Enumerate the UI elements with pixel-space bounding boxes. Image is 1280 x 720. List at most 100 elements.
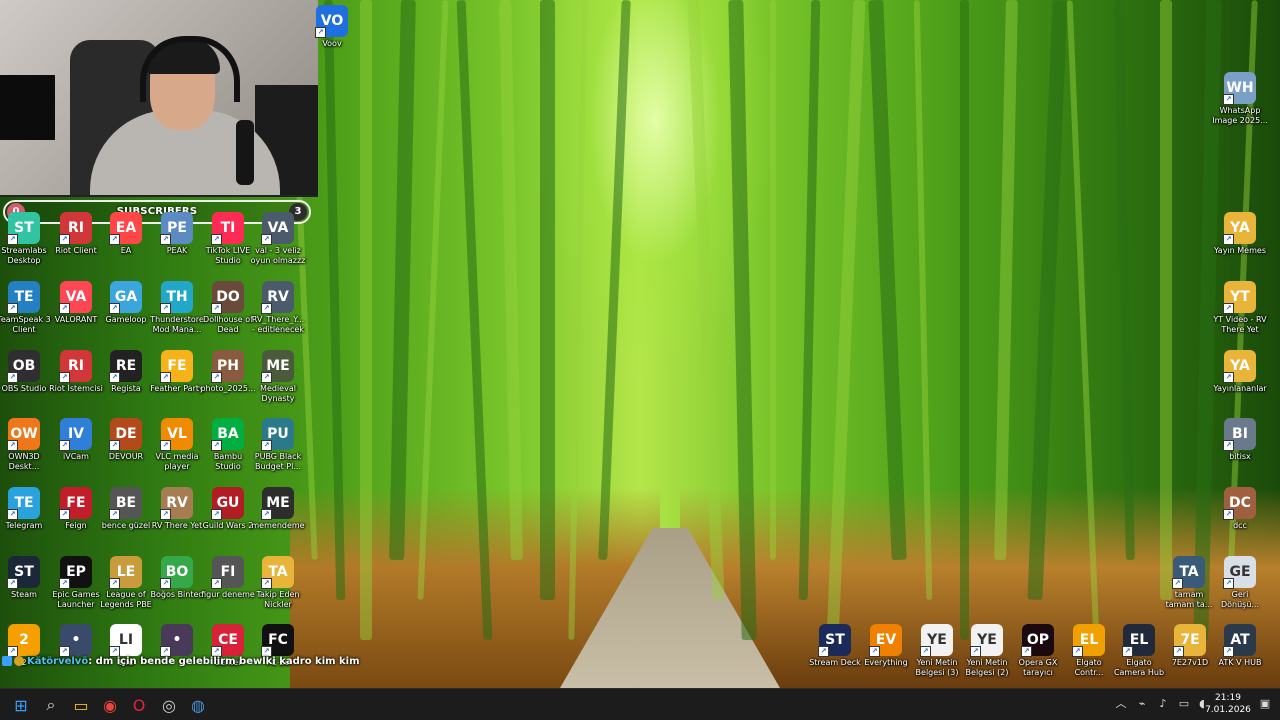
shortcut-arrow-icon: ↗ — [211, 578, 222, 589]
desktop-icon-feign[interactable]: FE ↗ Feign — [48, 487, 104, 531]
desktop-icon-lol[interactable]: LE ↗ League of Legends PBE — [98, 556, 154, 610]
opera-gx-icon[interactable]: O — [127, 693, 151, 717]
desktop-icon-game[interactable]: • ↗ — [149, 624, 205, 658]
chrome-icon[interactable]: ◉ — [98, 693, 122, 717]
image-icon: DC ↗ — [1223, 487, 1256, 520]
desktop-icon-folder[interactable]: 7E ↗ 7E27v1D — [1162, 624, 1218, 668]
desktop-icon-elgato-camera[interactable]: EL ↗ Elgato Camera Hub — [1111, 624, 1167, 678]
desktop-icon-folder[interactable]: YA ↗ Yayın Memes — [1212, 212, 1268, 256]
desktop-icon-vlc[interactable]: VL ↗ VLC media player — [149, 418, 205, 472]
desktop-icon-folder[interactable]: YT ↗ YT Video - RV There Yet — [1212, 281, 1268, 335]
shortcut-arrow-icon: ↗ — [59, 509, 70, 520]
teamspeak-icon[interactable]: ◍ — [186, 693, 210, 717]
tiktok-icon: TI ↗ — [211, 212, 244, 245]
desktop-icon-label: WhatsApp Image 2025... — [1212, 106, 1268, 125]
desktop-icon-tiktok[interactable]: TI ↗ TikTok LIVE Studio — [200, 212, 256, 266]
desktop-icon-label: figur deneme — [201, 590, 255, 599]
desktop-icon-pubg[interactable]: PU ↗ PUBG Black Budget Pl... — [250, 418, 306, 472]
notification-bell-icon[interactable]: ▣ — [1258, 697, 1272, 711]
shortcut-arrow-icon: ↗ — [160, 372, 171, 383]
desktop-icon-opera-gx[interactable]: OP ↗ Opera GX tarayıcı — [1010, 624, 1066, 678]
desktop-icon-regista[interactable]: RE ↗ Regista — [98, 350, 154, 394]
desktop-icon-stream-deck[interactable]: ST ↗ Stream Deck — [807, 624, 863, 668]
shortcut-arrow-icon: ↗ — [211, 234, 222, 245]
desktop-icon-folder[interactable]: YA ↗ Yayınlananlar — [1212, 350, 1268, 394]
shortcut-arrow-icon: ↗ — [59, 440, 70, 451]
desktop-icon-photo[interactable]: PH ↗ photo_2025... — [200, 350, 256, 394]
desktop-icon-riot-client[interactable]: RI ↗ Riot İstemcisi — [48, 350, 104, 394]
desktop-icon-photo[interactable]: FI ↗ figur deneme — [200, 556, 256, 600]
desktop-icon-medieval[interactable]: ME ↗ Medieval Dynasty — [250, 350, 306, 404]
desktop-icon-photo[interactable]: BE ↗ bence güzel — [98, 487, 154, 531]
everything-icon: EV ↗ — [869, 624, 902, 657]
shortcut-arrow-icon: ↗ — [160, 509, 171, 520]
desktop-icon-text-file[interactable]: YE ↗ Yeni Metin Belgesi (2) — [959, 624, 1015, 678]
desktop-icon-label: Riot Client — [55, 246, 97, 255]
desktop-icon-file[interactable]: RV ↗ RV_There_Y... - editlenecek — [250, 281, 306, 335]
elgato-control-icon: EL ↗ — [1072, 624, 1105, 657]
desktop-icon-rv-there-yet[interactable]: RV ↗ RV There Yet — [149, 487, 205, 531]
ea-icon: EA ↗ — [109, 212, 142, 245]
desktop-icon-bambu[interactable]: BA ↗ Bambu Studio — [200, 418, 256, 472]
desktop-icon-image[interactable]: BI ↗ bitisx — [1212, 418, 1268, 462]
desktop-icon-label: RV There Yet — [151, 521, 203, 530]
folder-icon: TA ↗ — [261, 556, 294, 589]
desktop-icon-gameloop[interactable]: GA ↗ Gameloop — [98, 281, 154, 325]
github-desktop-icon[interactable]: ◎ — [157, 693, 181, 717]
desktop-icon-text-file[interactable]: YE ↗ Yeni Metin Belgesi (3) — [909, 624, 965, 678]
desktop-icon-label: Elgato Camera Hub — [1113, 658, 1165, 677]
gameloop-icon: GA ↗ — [109, 281, 142, 314]
desktop-icon-photo[interactable]: ME ↗ memendeme — [250, 487, 306, 531]
bamboo-stalk — [1114, 0, 1135, 561]
desktop-icon-teamspeak[interactable]: TE ↗ TeamSpeak 3 Client — [0, 281, 52, 335]
shortcut-arrow-icon: ↗ — [7, 234, 18, 245]
desktop-icon-obs[interactable]: OB ↗ OBS Studio — [0, 350, 52, 394]
desktop-icon-own3d[interactable]: OW ↗ OWN3D Deskt... — [0, 418, 52, 472]
desktop-icon-file[interactable]: VA ↗ val - 3 veliz oyun olmazzz — [250, 212, 306, 266]
display-icon[interactable]: ▭ — [1177, 697, 1191, 711]
desktop-icon-valorant[interactable]: VA ↗ VALORANT — [48, 281, 104, 325]
desktop-icon-ea[interactable]: EA ↗ EA — [98, 212, 154, 256]
network-icon[interactable]: ⌁ — [1135, 697, 1149, 711]
microphone-icon[interactable]: ♪ — [1156, 697, 1170, 711]
search-icon[interactable]: ⌕ — [39, 693, 63, 717]
desktop-icon-label: Yayın Memes — [1214, 246, 1266, 255]
desktop-icon-video[interactable]: TA ↗ tamam tamam ta... — [1161, 556, 1217, 610]
desktop-icon-everything[interactable]: EV ↗ Everything — [858, 624, 914, 668]
desktop-icon-thunderstore[interactable]: TH ↗ Thunderstore Mod Mana... — [149, 281, 205, 335]
desktop-icon-ivcam[interactable]: IV ↗ iVCam — [48, 418, 104, 462]
desktop-icon-riot-client[interactable]: RI ↗ Riot Client — [48, 212, 104, 256]
desktop-icon-guild-wars[interactable]: GU ↗ Guild Wars 2 — [200, 487, 256, 531]
file-icon: RV ↗ — [261, 281, 294, 314]
desktop-icon-label: Yeni Metin Belgesi (2) — [965, 658, 1009, 677]
desktop-icon-label: Elgato Contr... — [1074, 658, 1104, 677]
desktop-icon-alien[interactable]: BO ↗ Boğos Binted — [149, 556, 205, 600]
desktop-icon-label: 7E27v1D — [1171, 658, 1209, 667]
desktop-icon-voov[interactable]: VO ↗ Voov — [304, 5, 360, 49]
desktop-icon-steam[interactable]: ST ↗ Steam — [0, 556, 52, 600]
desktop-icon-recycle-bin[interactable]: GE ↗ Geri Dönüşü... — [1212, 556, 1268, 610]
desktop-icon-peak[interactable]: PE ↗ PEAK — [149, 212, 205, 256]
desktop-icon-dollhouse[interactable]: DO ↗ Dollhouse of Dead — [200, 281, 256, 335]
photo-icon: ME ↗ — [261, 487, 294, 520]
chat-overlay: Kätörvelvö: dm için bende gelebilirm bew… — [2, 656, 360, 672]
chevron-up-icon[interactable]: ︿ — [1114, 697, 1128, 711]
file-explorer-icon[interactable]: ▭ — [69, 693, 93, 717]
desktop-icon-folder[interactable]: TA ↗ Takip Eden Nickler — [250, 556, 306, 610]
desktop-icon-image[interactable]: WH ↗ WhatsApp Image 2025... — [1212, 72, 1268, 126]
shortcut-arrow-icon: ↗ — [261, 372, 272, 383]
desktop-icon-game[interactable]: • ↗ — [48, 624, 104, 658]
windows-start-icon[interactable]: ⊞ — [9, 693, 33, 717]
opera-gx-icon: OP ↗ — [1021, 624, 1054, 657]
desktop-icon-devour[interactable]: DE ↗ DEVOUR — [98, 418, 154, 462]
system-clock[interactable]: 21:19 7.01.2026 — [1203, 692, 1253, 716]
desktop-icon-epic-games[interactable]: EP ↗ Epic Games Launcher — [48, 556, 104, 610]
desktop-icon-image[interactable]: DC ↗ dcc — [1212, 487, 1268, 531]
desktop-icon-elgato-control[interactable]: EL ↗ Elgato Contr... — [1061, 624, 1117, 678]
desktop-icon-feather-party[interactable]: FE ↗ Feather Party — [149, 350, 205, 394]
desktop-icon-telegram[interactable]: TE ↗ Telegram — [0, 487, 52, 531]
desktop-icon-label: Bambu Studio — [213, 452, 243, 471]
desktop-icon-atk[interactable]: AT ↗ ATK V HUB — [1212, 624, 1268, 668]
webcam-headset — [140, 36, 240, 102]
desktop-icon-streamlabs[interactable]: ST ↗ Streamlabs Desktop — [0, 212, 52, 266]
